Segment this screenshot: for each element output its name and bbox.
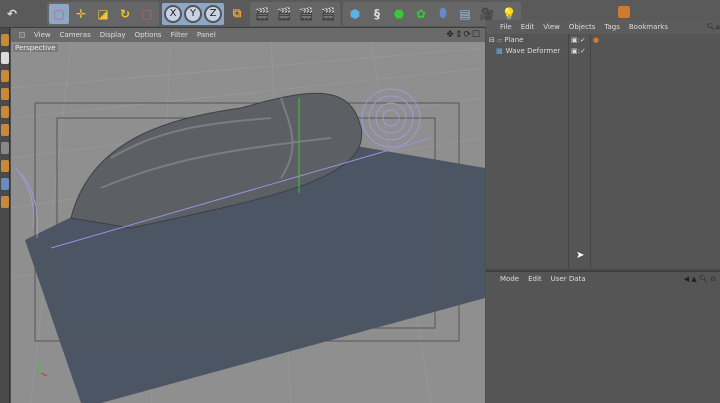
menu-panel[interactable]: Panel	[197, 31, 216, 39]
object-row-plane[interactable]: ⊟ ▱ Plane ▣:✓ ●	[486, 34, 720, 45]
menu-display[interactable]: Display	[100, 31, 126, 39]
viewport-navigation-icons[interactable]: ✥⇕⟳☐	[446, 30, 481, 40]
menu-tags[interactable]: Tags	[604, 23, 620, 31]
layout-icon[interactable]	[618, 6, 630, 18]
coordinate-system-icon[interactable]: ⧉	[227, 4, 247, 24]
search-icon[interactable]: 🔍︎⌂	[707, 23, 720, 31]
object-row-wave-deformer[interactable]: ▩ Wave Deformer ▣:✓	[486, 45, 720, 56]
spline-pen-icon[interactable]: §	[367, 4, 387, 24]
move-tool[interactable]: ✛	[71, 4, 91, 24]
camera-label: Perspective	[13, 44, 58, 52]
object-name[interactable]: Wave Deformer	[506, 47, 561, 55]
viewport-menu-toggle[interactable]	[19, 32, 25, 38]
last-tool[interactable]: ▢	[137, 4, 157, 24]
object-name[interactable]: Plane	[504, 36, 523, 44]
render-settings-icon[interactable]: 🎬	[318, 4, 338, 24]
texture-mode-icon[interactable]	[1, 52, 9, 64]
render-view-icon[interactable]: 🎬	[252, 4, 272, 24]
live-selection-tool[interactable]: ▢	[49, 3, 69, 24]
back-forward-icons[interactable]: ◀ ▲ 🔍︎ ⊙	[684, 275, 720, 283]
polygons-mode-icon[interactable]	[1, 124, 9, 136]
mouse-cursor: ➤	[576, 250, 585, 261]
edit-render-settings-icon[interactable]: 🎬	[296, 4, 316, 24]
menu-view[interactable]: View	[34, 31, 51, 39]
y-axis-lock[interactable]: Y	[184, 4, 202, 23]
menu-user-data[interactable]: User Data	[551, 275, 586, 283]
menu-filter[interactable]: Filter	[171, 31, 188, 39]
subdivision-surface-icon[interactable]: ⬣	[389, 4, 409, 24]
make-editable-icon[interactable]	[1, 34, 9, 46]
edges-mode-icon[interactable]	[1, 106, 9, 118]
visibility-check[interactable]: ▣:✓	[571, 47, 586, 55]
floor-icon[interactable]: ▤	[455, 4, 475, 24]
left-tool-palette	[0, 28, 10, 403]
cube-icon[interactable]: ⬢	[345, 4, 365, 24]
object-mode-icon[interactable]	[1, 70, 9, 82]
collapse-icon[interactable]: ⊟	[489, 36, 495, 44]
menu-edit[interactable]: Edit	[521, 23, 535, 31]
visibility-check[interactable]: ▣:✓	[571, 36, 586, 44]
menu-edit[interactable]: Edit	[528, 275, 542, 283]
menu-view[interactable]: View	[543, 23, 560, 31]
3d-scene	[11, 41, 485, 403]
points-mode-icon[interactable]	[1, 88, 9, 100]
menu-options[interactable]: Options	[135, 31, 162, 39]
menu-cameras[interactable]: Cameras	[60, 31, 91, 39]
cloner-icon[interactable]: ✿	[411, 4, 431, 24]
z-axis-lock[interactable]: Z	[204, 4, 222, 23]
menu-objects[interactable]: Objects	[569, 23, 595, 31]
attribute-manager: Mode Edit User Data ◀ ▲ 🔍︎ ⊙	[486, 270, 720, 403]
viewport-menu: View Cameras Display Options Filter Pane…	[11, 28, 485, 42]
menu-bookmarks[interactable]: Bookmarks	[629, 23, 668, 31]
axis-mode-icon[interactable]	[1, 142, 9, 154]
plane-icon: ▱	[496, 35, 503, 44]
object-manager-menu: File Edit View Objects Tags Bookmarks 🔍︎…	[486, 20, 720, 34]
workplane-icon[interactable]	[1, 178, 9, 190]
render-picture-viewer-icon[interactable]: 🎬	[274, 4, 294, 24]
rotate-tool[interactable]: ↻	[115, 4, 135, 24]
deformer-icon[interactable]: ⬮	[433, 4, 453, 24]
perspective-viewport[interactable]: View Cameras Display Options Filter Pane…	[11, 28, 485, 403]
world-axis-icon	[40, 363, 48, 377]
undo-icon[interactable]: ↶	[2, 4, 22, 24]
menu-file[interactable]: File	[500, 23, 512, 31]
scale-tool[interactable]: ◪	[93, 4, 113, 24]
lock-icon[interactable]	[1, 196, 9, 208]
menu-mode[interactable]: Mode	[500, 275, 519, 283]
attribute-manager-menu: Mode Edit User Data ◀ ▲ 🔍︎ ⊙	[486, 272, 720, 286]
tag-icon[interactable]: ●	[593, 36, 599, 44]
wave-deformer-icon: ▩	[496, 46, 503, 55]
object-manager: File Edit View Objects Tags Bookmarks 🔍︎…	[486, 20, 720, 268]
snap-icon[interactable]	[1, 160, 9, 172]
x-axis-lock[interactable]: X	[164, 4, 182, 23]
